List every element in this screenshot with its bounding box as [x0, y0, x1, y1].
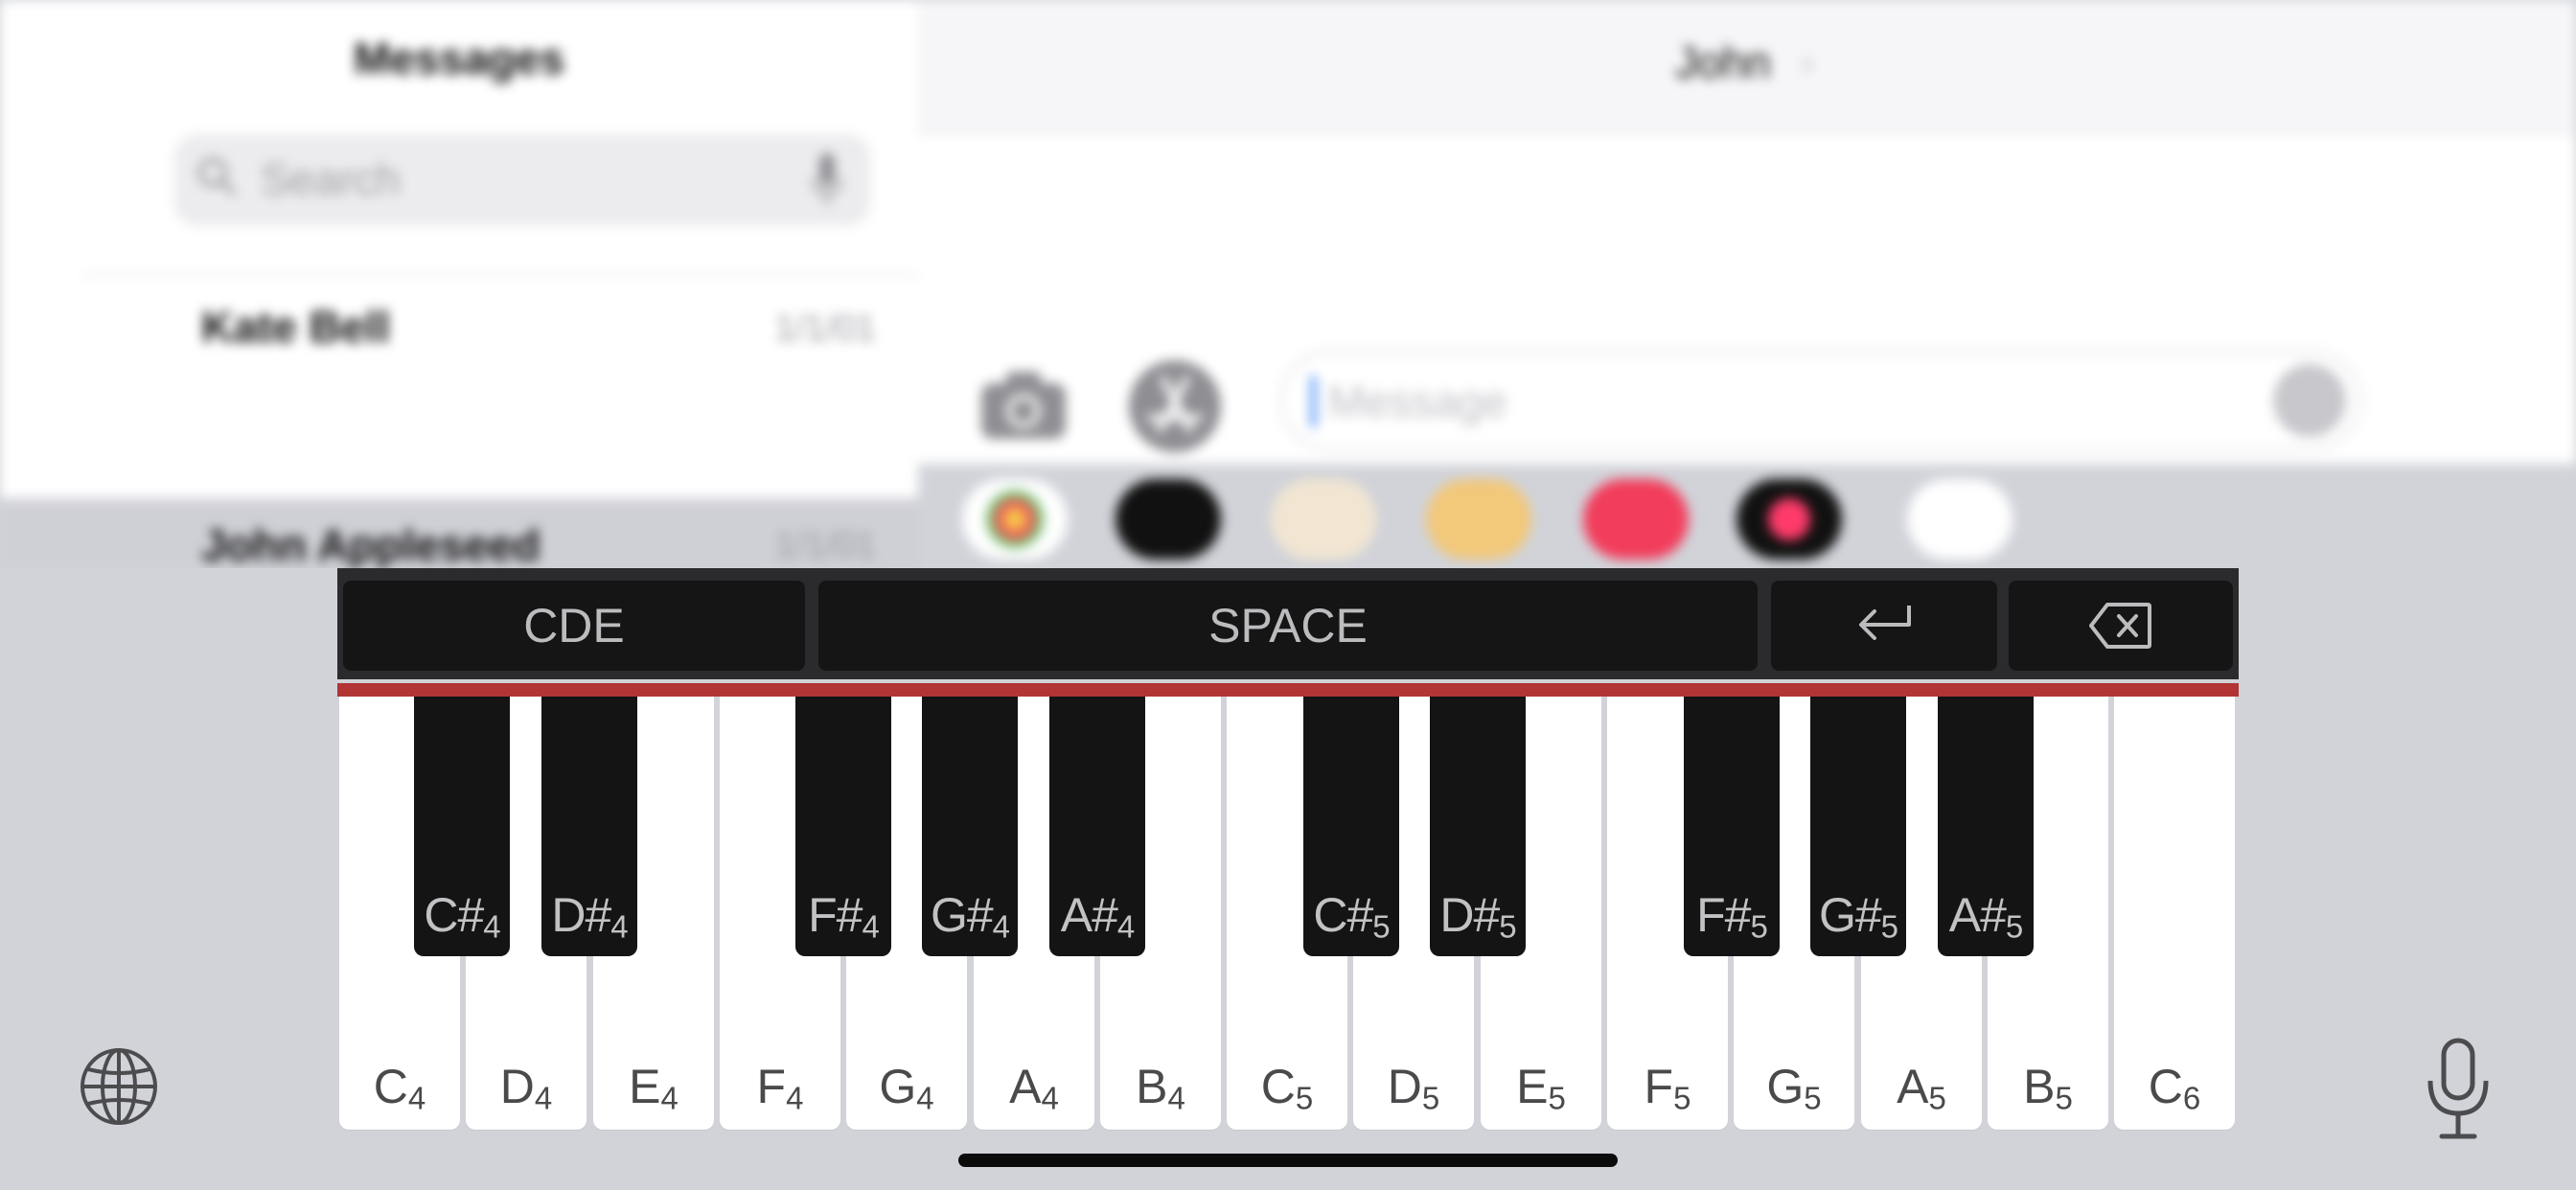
contact-name[interactable]: John — [1675, 36, 1771, 88]
home-indicator[interactable] — [958, 1154, 1618, 1167]
key-label: A4 — [1009, 1060, 1059, 1116]
key-label: C6 — [2148, 1060, 2201, 1116]
key-label: G5 — [1766, 1060, 1822, 1116]
conversation-name: John Appleseed — [201, 520, 540, 570]
return-icon — [1859, 606, 1911, 640]
more-apps-icon[interactable] — [1907, 479, 2012, 560]
conversation-name: Kate Bell — [201, 302, 390, 352]
key-label: G#5 — [1818, 888, 1898, 945]
key-label: A#4 — [1060, 888, 1136, 945]
piano-key-black[interactable]: F#5 — [1684, 697, 1780, 956]
text-cursor — [1311, 376, 1316, 427]
return-button[interactable] — [1771, 581, 1997, 671]
space-label: SPACE — [1208, 599, 1368, 652]
keyboard-accent-strip — [337, 683, 2239, 697]
piano-key-black[interactable]: D#4 — [541, 697, 637, 956]
key-label: F#4 — [808, 888, 880, 945]
key-label: B4 — [1136, 1060, 1185, 1116]
piano-key-black[interactable]: F#4 — [795, 697, 891, 956]
apple-pay-icon[interactable] — [1116, 479, 1221, 560]
key-label: A#5 — [1948, 888, 2024, 945]
photos-app-icon[interactable] — [962, 479, 1068, 560]
piano-key-black[interactable]: C#5 — [1303, 697, 1399, 956]
conversation-date: 1/1/01 — [774, 525, 876, 565]
delete-button[interactable] — [2009, 581, 2233, 671]
piano-key-black[interactable]: G#5 — [1810, 697, 1906, 956]
key-label: E5 — [1516, 1060, 1566, 1116]
key-label: A5 — [1897, 1060, 1946, 1116]
key-label: C4 — [373, 1060, 426, 1116]
space-button[interactable]: SPACE — [818, 581, 1758, 671]
key-label: D#4 — [551, 888, 628, 945]
search-field[interactable]: Search — [174, 134, 870, 226]
key-label: C5 — [1260, 1060, 1314, 1116]
globe-icon[interactable] — [79, 1046, 159, 1127]
app-store-icon[interactable] — [1125, 356, 1225, 456]
delete-icon — [2089, 603, 2151, 649]
chevron-right-icon: › — [1802, 42, 1813, 81]
microphone-icon[interactable] — [2425, 1037, 2492, 1142]
conversation-list-pane: Messages Search Kate Bell 1/1/01 John Ap… — [0, 0, 918, 575]
camera-icon[interactable] — [976, 356, 1071, 452]
conversation-header[interactable]: John › — [918, 0, 2576, 134]
divider — [82, 273, 918, 275]
key-label: G#4 — [930, 888, 1010, 945]
conversation-date: 1/1/01 — [774, 309, 876, 349]
key-label: F5 — [1644, 1060, 1691, 1116]
key-label: B5 — [2023, 1060, 2073, 1116]
key-label: D4 — [499, 1060, 553, 1116]
message-placeholder: Message — [1328, 377, 1507, 426]
message-input[interactable]: Message — [1280, 351, 2361, 450]
key-label: D5 — [1387, 1060, 1440, 1116]
piano-key-black[interactable]: D#5 — [1430, 697, 1526, 956]
chord-label: CDE — [523, 599, 625, 652]
key-label: C#4 — [424, 888, 500, 945]
key-label: G4 — [879, 1060, 934, 1116]
search-icon — [198, 158, 236, 195]
animoji-icon[interactable] — [1426, 479, 1531, 560]
piano-key-black[interactable]: G#4 — [922, 697, 1018, 956]
digital-touch-icon[interactable] — [1736, 479, 1842, 560]
key-label: E4 — [629, 1060, 678, 1116]
key-label: C#5 — [1313, 888, 1390, 945]
page-title: Messages — [354, 34, 564, 83]
piano-key-white[interactable]: C6 — [2114, 697, 2235, 1130]
piano-key-black[interactable]: A#4 — [1049, 697, 1145, 956]
key-label: F4 — [756, 1060, 804, 1116]
messages-background: Messages Search Kate Bell 1/1/01 John Ap… — [0, 0, 2576, 575]
chord-button[interactable]: CDE — [343, 581, 805, 671]
key-label: F#5 — [1696, 888, 1768, 945]
piano-key-black[interactable]: C#4 — [414, 697, 510, 956]
piano-key-black[interactable]: A#5 — [1938, 697, 2034, 956]
send-icon[interactable] — [2273, 364, 2346, 437]
list-item-selected[interactable]: John Appleseed 1/1/01 — [0, 498, 918, 575]
dictation-icon[interactable] — [811, 151, 843, 207]
memoji-icon[interactable] — [1271, 479, 1376, 560]
image-search-icon[interactable] — [1583, 479, 1689, 560]
search-placeholder: Search — [261, 154, 401, 204]
key-label: D#5 — [1439, 888, 1516, 945]
